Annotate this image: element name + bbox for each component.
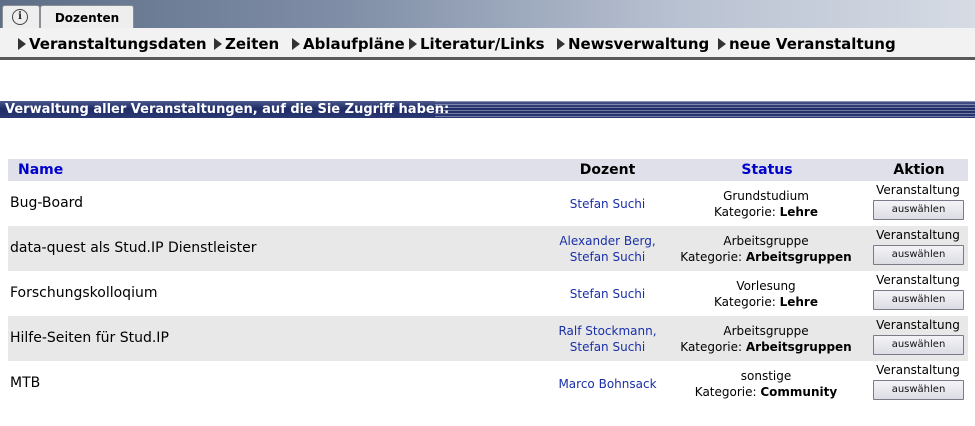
- course-name[interactable]: data-quest als Stud.IP Dienstleister: [10, 226, 257, 271]
- category-prefix: Kategorie:: [680, 339, 743, 354]
- table-row: Hilfe-Seiten für Stud.IP Ralf Stockmann,…: [8, 316, 968, 361]
- category-prefix: Kategorie:: [714, 294, 776, 309]
- dozent-cell: Stefan Suchi: [544, 181, 671, 226]
- status-text: sonstige: [740, 368, 792, 383]
- status-text: Arbeitsgruppe: [723, 323, 809, 338]
- category-text: Kategorie: Arbeitsgruppen: [680, 249, 851, 265]
- aktion-label: Veranstaltung: [876, 228, 960, 242]
- category-prefix: Kategorie:: [694, 384, 757, 399]
- triangle-right-icon: [18, 38, 26, 50]
- course-name[interactable]: MTB: [10, 361, 40, 406]
- category-text: Kategorie: Lehre: [714, 294, 818, 310]
- header-stripes: [435, 101, 975, 118]
- dozent-link[interactable]: Stefan Suchi: [570, 286, 645, 302]
- aktion-cell: Veranstaltung auswählen: [868, 183, 968, 224]
- dozent-link[interactable]: Stefan Suchi: [570, 196, 645, 212]
- nav-item-literatur-links[interactable]: Literatur/Links: [409, 34, 545, 54]
- nav-item-label: Veranstaltungsdaten: [29, 35, 207, 53]
- aktion-cell: Veranstaltung auswählen: [868, 363, 968, 404]
- dozent-link[interactable]: Alexander Berg,: [559, 233, 655, 249]
- section-title: Verwaltung aller Veranstaltungen, auf di…: [5, 102, 450, 117]
- dozent-cell: Stefan Suchi: [544, 271, 671, 316]
- dozent-link[interactable]: Stefan Suchi: [570, 249, 645, 265]
- table-row: Bug-Board Stefan Suchi Grundstudium Kate…: [8, 181, 968, 226]
- dozent-cell: Ralf Stockmann, Stefan Suchi: [544, 316, 671, 361]
- column-header-status[interactable]: Status: [688, 159, 846, 181]
- category-value: Lehre: [779, 204, 818, 219]
- select-course-button[interactable]: auswählen: [873, 335, 964, 355]
- column-header-aktion: Aktion: [893, 162, 945, 178]
- category-value: Lehre: [779, 294, 818, 309]
- table-row: MTB Marco Bohnsack sonstige Kategorie: C…: [8, 361, 968, 406]
- nav-item-ablaufplaene[interactable]: Ablaufpläne: [292, 34, 405, 54]
- table-row: Forschungskolloqium Stefan Suchi Vorlesu…: [8, 271, 968, 316]
- status-cell: Arbeitsgruppe Kategorie: Arbeitsgruppen: [680, 316, 852, 361]
- course-name[interactable]: Forschungskolloqium: [10, 271, 157, 316]
- nav-item-zeiten[interactable]: Zeiten: [214, 34, 279, 54]
- nav-item-label: Newsverwaltung: [568, 35, 710, 53]
- category-prefix: Kategorie:: [714, 204, 776, 219]
- triangle-right-icon: [557, 38, 565, 50]
- category-value: Arbeitsgruppen: [745, 339, 852, 354]
- select-course-button[interactable]: auswählen: [873, 290, 964, 310]
- course-name[interactable]: Bug-Board: [10, 181, 83, 226]
- nav-item-neue-veranstaltung[interactable]: neue Veranstaltung: [718, 34, 896, 54]
- nav-item-veranstaltungsdaten[interactable]: Veranstaltungsdaten: [18, 34, 207, 54]
- navigation-bar: Veranstaltungsdaten Zeiten Ablaufpläne L…: [0, 28, 975, 60]
- info-icon: i: [12, 9, 28, 25]
- select-course-button[interactable]: auswählen: [873, 245, 964, 265]
- status-text: Arbeitsgruppe: [723, 233, 809, 248]
- table-header: Name Dozent Status Aktion: [8, 159, 968, 181]
- aktion-label: Veranstaltung: [876, 318, 960, 332]
- nav-item-newsverwaltung[interactable]: Newsverwaltung: [557, 34, 709, 54]
- category-value: Community: [760, 384, 838, 399]
- section-header: Verwaltung aller Veranstaltungen, auf di…: [0, 101, 975, 118]
- status-text: Vorlesung: [736, 278, 796, 293]
- aktion-cell: Veranstaltung auswählen: [868, 318, 968, 359]
- aktion-label: Veranstaltung: [876, 363, 960, 377]
- triangle-right-icon: [292, 38, 300, 50]
- category-text: Kategorie: Arbeitsgruppen: [680, 339, 851, 355]
- category-value: Arbeitsgruppen: [745, 249, 852, 264]
- status-cell: sonstige Kategorie: Community: [680, 361, 852, 406]
- status-text: Grundstudium: [723, 188, 809, 203]
- dozent-cell: Alexander Berg, Stefan Suchi: [544, 226, 671, 271]
- table-row: data-quest als Stud.IP Dienstleister Ale…: [8, 226, 968, 271]
- dozent-link[interactable]: Stefan Suchi: [570, 339, 645, 355]
- tab-dozenten[interactable]: Dozenten: [40, 5, 134, 29]
- category-text: Kategorie: Lehre: [714, 204, 818, 220]
- triangle-right-icon: [718, 38, 726, 50]
- status-cell: Vorlesung Kategorie: Lehre: [680, 271, 852, 316]
- course-name[interactable]: Hilfe-Seiten für Stud.IP: [10, 316, 169, 361]
- select-course-button[interactable]: auswählen: [873, 200, 964, 220]
- dozent-link[interactable]: Ralf Stockmann,: [558, 323, 656, 339]
- tab-info[interactable]: i: [2, 5, 40, 29]
- column-header-dozent: Dozent: [579, 162, 636, 178]
- category-prefix: Kategorie:: [680, 249, 743, 264]
- top-tab-bar: i Dozenten: [0, 0, 975, 29]
- select-course-button[interactable]: auswählen: [873, 380, 964, 400]
- triangle-right-icon: [409, 38, 417, 50]
- aktion-cell: Veranstaltung auswählen: [868, 228, 968, 269]
- nav-item-label: Literatur/Links: [420, 35, 545, 53]
- aktion-label: Veranstaltung: [876, 183, 960, 197]
- aktion-label: Veranstaltung: [876, 273, 960, 287]
- nav-item-label: Zeiten: [225, 35, 280, 53]
- column-header-name[interactable]: Name: [18, 159, 63, 181]
- aktion-cell: Veranstaltung auswählen: [868, 273, 968, 314]
- nav-item-label: neue Veranstaltung: [729, 35, 896, 53]
- status-cell: Grundstudium Kategorie: Lehre: [680, 181, 852, 226]
- triangle-right-icon: [214, 38, 222, 50]
- dozent-link[interactable]: Marco Bohnsack: [558, 376, 656, 392]
- dozent-cell: Marco Bohnsack: [544, 361, 671, 406]
- nav-item-label: Ablaufpläne: [303, 35, 405, 53]
- category-text: Kategorie: Community: [695, 384, 837, 400]
- status-cell: Arbeitsgruppe Kategorie: Arbeitsgruppen: [680, 226, 852, 271]
